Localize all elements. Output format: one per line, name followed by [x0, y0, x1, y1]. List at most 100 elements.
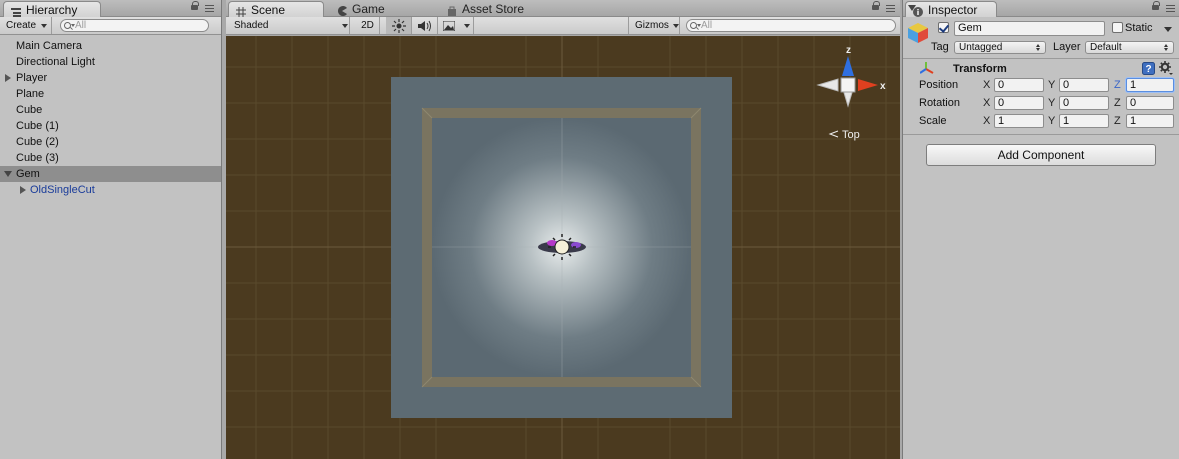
list-item[interactable]: Cube [0, 102, 221, 118]
list-item[interactable]: Cube (1) [0, 118, 221, 134]
scene-toolbar: Shaded 2D Gizmos All [226, 17, 900, 35]
position-z-field[interactable]: 1 [1126, 78, 1174, 92]
speaker-icon [418, 20, 431, 32]
scene-tabstrip: Scene Game Asset Store [226, 0, 900, 17]
tab-asset-store[interactable]: Asset Store [440, 1, 540, 17]
scene-effects-dropdown[interactable] [438, 17, 474, 34]
rotation-z-label: Z [1114, 97, 1121, 109]
pacman-icon [337, 4, 347, 16]
gizmo-z-axis[interactable] [842, 56, 854, 76]
scale-z-field[interactable]: 1 [1126, 114, 1174, 128]
transform-foldout-icon[interactable] [908, 5, 916, 11]
add-component-button[interactable]: Add Component [926, 144, 1156, 166]
rotation-z-field[interactable]: 0 [1126, 96, 1174, 110]
create-dropdown[interactable]: Create [0, 17, 52, 34]
scale-y-label: Y [1048, 115, 1056, 127]
scale-label: Scale [919, 115, 947, 127]
list-item-label: Directional Light [16, 56, 95, 68]
tab-scene[interactable]: Scene [228, 1, 324, 17]
2d-toggle-button[interactable]: 2D [356, 17, 380, 34]
list-item-label: Plane [16, 88, 45, 100]
list-item[interactable]: Plane [0, 86, 221, 102]
hierarchy-list-icon [11, 5, 21, 17]
2d-toggle-label: 2D [361, 20, 374, 31]
hierarchy-search-input[interactable]: All [60, 19, 209, 32]
list-item-label: Player [16, 72, 48, 84]
orientation-gizmo[interactable]: z x Top [804, 42, 894, 142]
lock-icon[interactable] [191, 1, 199, 12]
gizmo-view-label[interactable]: Top [842, 129, 860, 141]
tab-hierarchy[interactable]: Hierarchy [3, 1, 101, 17]
image-icon [443, 21, 455, 31]
list-item[interactable]: Cube (3) [0, 150, 221, 166]
list-item[interactable]: Main Camera [0, 38, 221, 54]
gizmos-dropdown[interactable]: Gizmos [628, 17, 680, 34]
position-y-label: Y [1048, 79, 1056, 91]
position-x-field[interactable]: 0 [994, 78, 1044, 92]
rotation-y-label: Y [1048, 97, 1056, 109]
tag-dropdown[interactable]: Untagged [954, 41, 1046, 54]
gizmo-x-axis[interactable] [858, 79, 878, 91]
tag-value: Untagged [959, 42, 1003, 53]
list-item[interactable]: Directional Light [0, 54, 221, 70]
lock-icon[interactable] [1152, 1, 1160, 12]
layer-dropdown[interactable]: Default [1085, 41, 1174, 54]
tab-hierarchy-label: Hierarchy [26, 3, 78, 17]
scale-x-field[interactable]: 1 [994, 114, 1044, 128]
tab-game[interactable]: Game [330, 1, 410, 17]
gizmo-neg-x-axis[interactable] [816, 78, 839, 92]
search-icon [690, 22, 697, 29]
active-checkbox[interactable] [938, 22, 949, 33]
shading-mode-label: Shaded [234, 20, 269, 31]
search-filter-caret-icon [71, 24, 75, 27]
inspector-tabstrip: Inspector [903, 0, 1179, 17]
object-name-field[interactable]: Gem [954, 21, 1105, 36]
divider [903, 134, 1179, 135]
help-icon[interactable]: ? [1142, 62, 1155, 75]
search-filter-caret-icon [697, 24, 701, 27]
panel-menu-icon[interactable] [205, 5, 214, 12]
scene-search-input[interactable]: All [686, 19, 896, 32]
static-checkbox[interactable] [1112, 22, 1123, 33]
list-item-selected[interactable]: Gem [0, 166, 221, 182]
rotation-y-field[interactable]: 0 [1059, 96, 1109, 110]
shading-mode-dropdown[interactable]: Shaded [228, 17, 350, 34]
list-item-label: Cube (2) [16, 136, 59, 148]
lock-icon[interactable] [872, 1, 880, 12]
create-label: Create [6, 20, 37, 31]
position-x-label: X [983, 79, 991, 91]
collapse-arrow-icon[interactable] [4, 171, 12, 177]
list-item-label: OldSingleCut [30, 184, 95, 196]
sun-icon [392, 19, 406, 33]
panel-menu-icon[interactable] [886, 5, 895, 12]
tab-asset-store-label: Asset Store [462, 2, 525, 16]
gizmo-center-cube[interactable] [840, 77, 856, 93]
gizmos-label: Gizmos [635, 20, 669, 31]
list-item[interactable]: Player [0, 70, 221, 86]
expand-arrow-icon[interactable] [5, 74, 11, 82]
chevron-down-icon [464, 24, 470, 28]
scene-lighting-toggle[interactable] [386, 17, 412, 34]
hierarchy-tabstrip: Hierarchy [0, 0, 221, 17]
position-y-field[interactable]: 0 [1059, 78, 1109, 92]
list-item-child[interactable]: OldSingleCut [0, 182, 221, 198]
updown-icon [1036, 44, 1041, 51]
scene-audio-toggle[interactable] [412, 17, 438, 34]
list-item-label: Cube (3) [16, 152, 59, 164]
search-icon [64, 22, 71, 29]
rotation-x-field[interactable]: 0 [994, 96, 1044, 110]
expand-arrow-icon[interactable] [20, 186, 26, 194]
list-item[interactable]: Cube (2) [0, 134, 221, 150]
gear-icon[interactable] [1159, 61, 1173, 75]
tab-inspector[interactable]: Inspector [905, 1, 997, 17]
gizmo-x-label: x [880, 81, 886, 92]
divider [903, 58, 1179, 59]
layer-value: Default [1090, 42, 1122, 53]
chevron-down-icon [342, 24, 348, 28]
tab-game-label: Game [352, 2, 385, 16]
scale-y-field[interactable]: 1 [1059, 114, 1109, 128]
panel-menu-icon[interactable] [1166, 5, 1175, 12]
scene-viewport[interactable]: z x Top [226, 36, 900, 459]
static-dropdown-icon[interactable] [1164, 27, 1172, 32]
perspective-arrow-icon [828, 130, 839, 138]
